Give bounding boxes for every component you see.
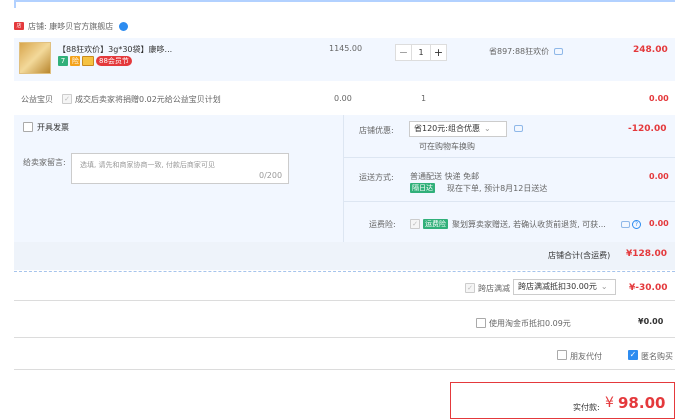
- separator-1: [14, 300, 675, 301]
- tmall-shop-icon: 店: [14, 22, 24, 30]
- insurance-label: 运费险:: [369, 220, 396, 229]
- shop-total-amount: ¥128.00: [626, 249, 667, 259]
- message-label: 给卖家留言:: [23, 158, 66, 167]
- charity-checkbox: ✓: [62, 94, 72, 104]
- cross-store-select[interactable]: 跨店满减抵扣30.00元 ⌄: [513, 279, 616, 295]
- order-top-border: [14, 0, 675, 8]
- wangwang-chat-icon[interactable]: [119, 22, 128, 31]
- discount-chat-icon[interactable]: [514, 125, 523, 132]
- friend-pay-checkbox[interactable]: [557, 350, 567, 360]
- invoice-checkbox[interactable]: [23, 122, 33, 132]
- insurance-amount: 0.00: [649, 219, 669, 228]
- savings-text: 省897:88狂欢价: [489, 47, 550, 56]
- product-thumbnail[interactable]: [19, 42, 51, 74]
- anonymous-label[interactable]: 匿名购买: [641, 351, 673, 362]
- divider-1: [343, 157, 675, 158]
- invoice-label[interactable]: 开具发票: [37, 122, 69, 133]
- final-amount: 98.00: [618, 394, 666, 412]
- item-title[interactable]: 【88狂欢价】3g*30袋】康哆...: [58, 44, 172, 55]
- chevron-down-icon: ⌄: [600, 282, 608, 291]
- final-total-box: 实付款: ¥ 98.00: [450, 382, 675, 419]
- cross-store-label: 跨店满减: [478, 284, 510, 293]
- shop-name[interactable]: 店铺: 康哆贝官方旗舰店: [28, 21, 113, 32]
- separator-2: [14, 337, 675, 338]
- anonymous-checkbox[interactable]: ✓: [628, 350, 638, 360]
- shipping-method: 普通配送 快递 免邮: [410, 172, 480, 181]
- options-divider: [343, 115, 344, 242]
- quantity-stepper[interactable]: − 1 +: [395, 44, 447, 61]
- shipping-amount: 0.00: [649, 172, 669, 181]
- insurance-checkbox: ✓: [410, 219, 420, 229]
- separator-3: [14, 369, 675, 370]
- increase-button[interactable]: +: [431, 45, 446, 60]
- item-badges: 7 险 88会员节: [58, 56, 132, 66]
- discount-subtext[interactable]: 可在购物车换购: [419, 141, 475, 152]
- final-label: 实付款:: [573, 403, 600, 412]
- cross-store-amount: ¥-30.00: [629, 283, 668, 293]
- insurance-chat-icon[interactable]: [621, 221, 630, 228]
- charity-total: 0.00: [649, 94, 669, 103]
- help-icon[interactable]: ?: [632, 220, 641, 229]
- insurance-icon: 险: [70, 56, 80, 66]
- discount-label: 店铺优惠:: [359, 126, 394, 135]
- next-day-tag: 隔日达: [410, 183, 435, 193]
- dashed-separator: [14, 271, 675, 272]
- shipping-label: 运送方式:: [359, 173, 394, 182]
- shipping-eta: 现在下单, 预计8月12日送达: [447, 184, 548, 193]
- item-subtotal: 248.00: [633, 45, 668, 55]
- cross-store-checkbox: ✓: [465, 283, 475, 293]
- quantity-input[interactable]: 1: [411, 45, 431, 60]
- gold-coin-checkbox[interactable]: [476, 318, 486, 328]
- credit-card-icon: [82, 56, 94, 66]
- cross-store-selected: 跨店满减抵扣30.00元: [518, 282, 597, 291]
- savings-chat-icon[interactable]: [554, 48, 563, 55]
- message-textarea[interactable]: 选填, 请先和商家协商一致, 付款后商家可见 0/200: [71, 153, 289, 184]
- chevron-down-icon: ⌄: [483, 124, 491, 133]
- decrease-button[interactable]: −: [396, 45, 411, 60]
- charity-qty: 1: [421, 94, 427, 103]
- charity-label: 公益宝贝: [21, 95, 53, 104]
- charity-price: 0.00: [334, 94, 352, 103]
- shop-total-label: 店铺合计(含运费): [548, 251, 611, 260]
- discount-amount: -120.00: [628, 124, 667, 134]
- insurance-tag: 运费险: [423, 219, 448, 229]
- unit-price: 1145.00: [329, 44, 363, 53]
- final-currency: ¥: [605, 395, 614, 411]
- gold-coin-label[interactable]: 使用淘金币抵扣0.09元: [489, 318, 571, 329]
- gold-coin-amount: ¥0.00: [638, 317, 664, 326]
- promo-badge: 88会员节: [96, 56, 132, 66]
- discount-select[interactable]: 省120元:组合优惠 ⌄: [409, 121, 507, 137]
- message-counter: 0/200: [259, 171, 283, 180]
- friend-pay-label[interactable]: 朋友代付: [570, 351, 602, 362]
- discount-selected: 省120元:组合优惠: [414, 124, 480, 133]
- divider-2: [343, 201, 675, 202]
- insurance-text: 聚划算卖家赠送, 若确认收货前退货, 可获...: [452, 220, 606, 229]
- message-placeholder: 选填, 请先和商家协商一致, 付款后商家可见: [80, 161, 215, 169]
- seven-day-return-icon: 7: [58, 56, 68, 66]
- charity-text: 成交后卖家将捐赠0.02元给公益宝贝计划: [75, 95, 221, 104]
